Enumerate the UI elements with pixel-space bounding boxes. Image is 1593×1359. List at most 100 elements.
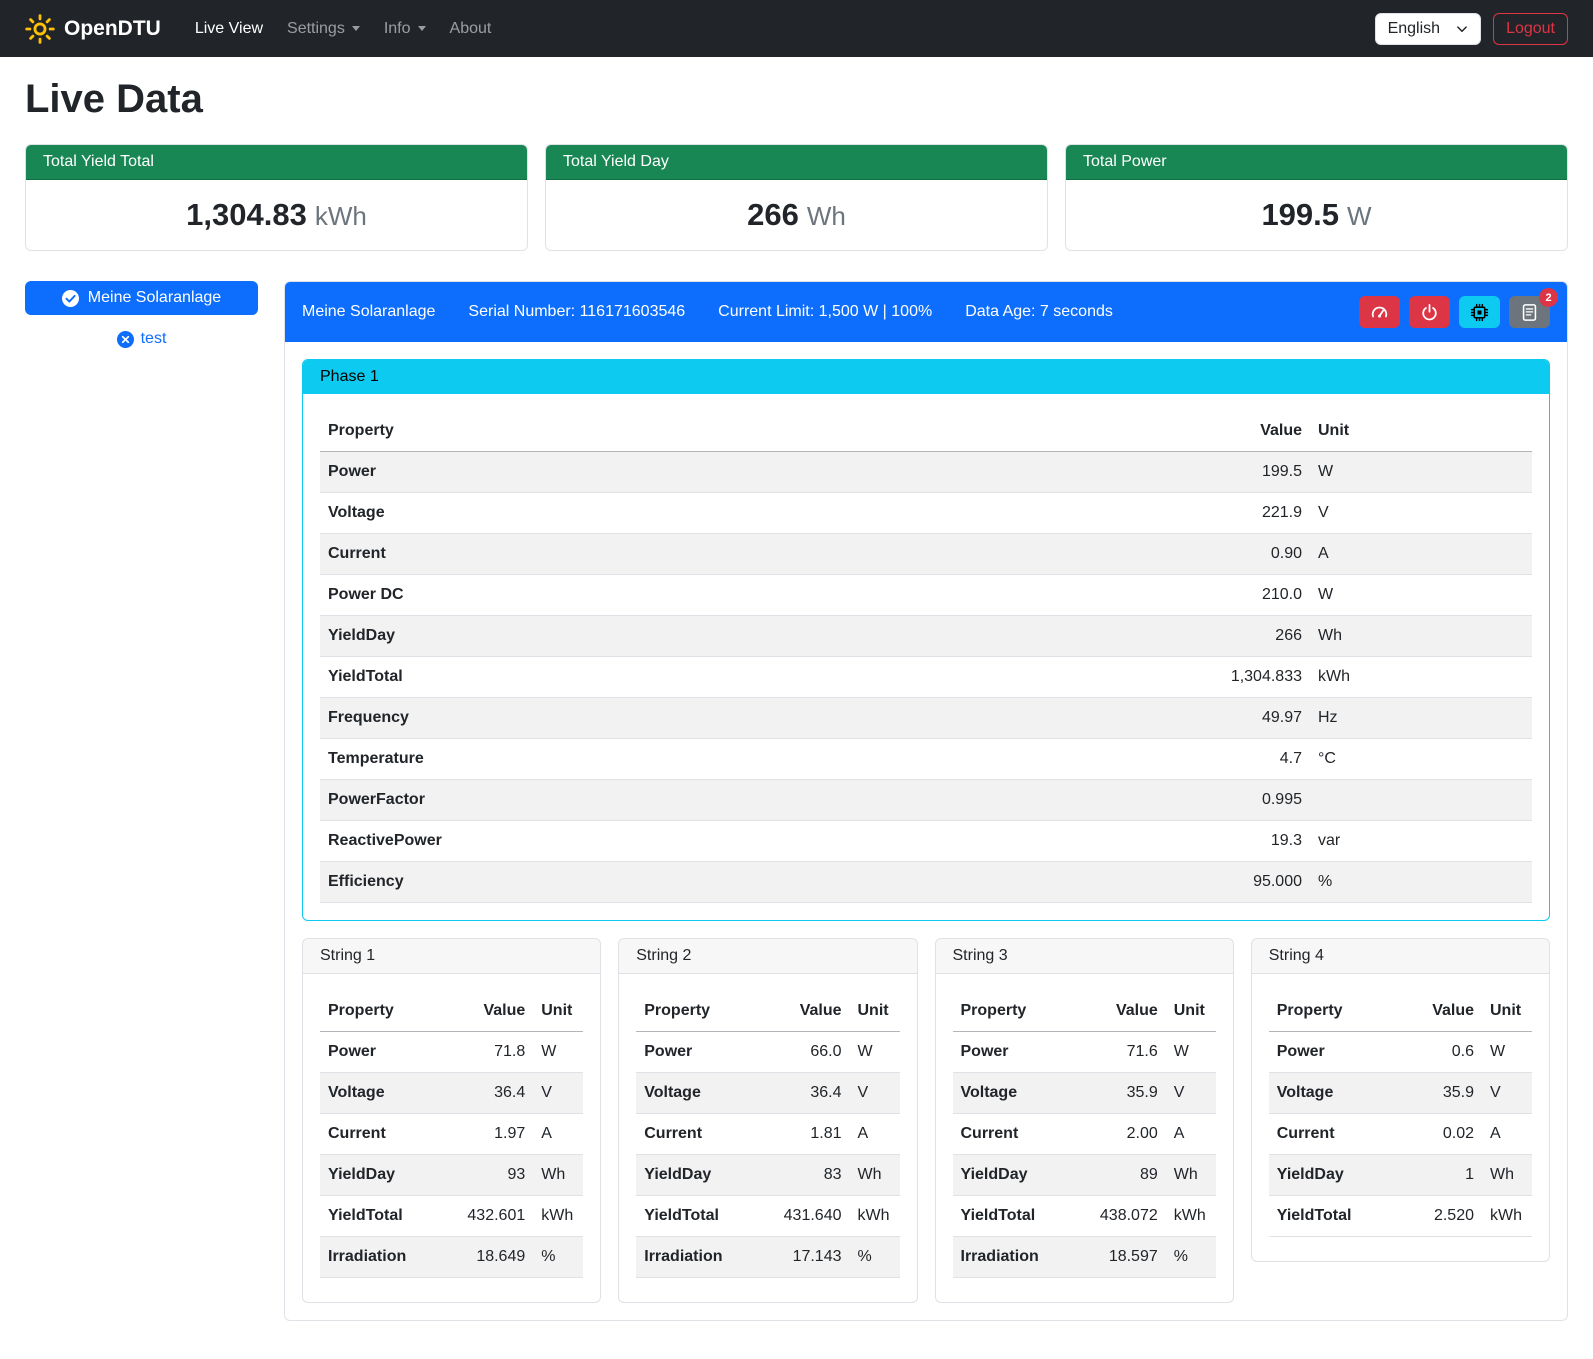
page-title: Live Data (25, 77, 1568, 122)
table-row: Power 0.6 W (1269, 1032, 1532, 1073)
string-card-body: Property Value Unit Power 71.8 (303, 974, 600, 1302)
string-card-title: String 1 (303, 939, 600, 974)
brand[interactable]: OpenDTU (25, 14, 161, 44)
value-cell: 89 (1090, 1155, 1166, 1196)
unit-cell: kWh (850, 1196, 900, 1237)
nav-item-live-view[interactable]: Live View (183, 12, 275, 46)
property-cell: Power DC (320, 575, 1180, 616)
unit-cell: A (1482, 1114, 1532, 1155)
summary-value: 266 (747, 197, 799, 232)
property-cell: Voltage (636, 1073, 773, 1114)
unit-cell: Wh (1482, 1155, 1532, 1196)
summary-card-title: Total Yield Total (26, 145, 527, 180)
unit-cell: kWh (533, 1196, 583, 1237)
table-row: Irradiation 17.143 % (636, 1237, 899, 1278)
caret-down-icon (352, 26, 360, 31)
limit-settings-button[interactable] (1359, 296, 1400, 328)
nav-item-settings[interactable]: Settings (275, 12, 372, 46)
x-circle-icon (117, 331, 134, 348)
property-cell: Frequency (320, 698, 1180, 739)
unit-cell: Wh (533, 1155, 583, 1196)
inverter-sidebar: Meine Solaranlage test (25, 281, 258, 349)
inverter-panel-header: Meine Solaranlage Serial Number: 1161716… (285, 282, 1567, 342)
unit-cell (1310, 780, 1532, 821)
device-info-button[interactable] (1459, 296, 1500, 328)
table-row: Irradiation 18.597 % (953, 1237, 1216, 1278)
unit-cell: V (1166, 1073, 1216, 1114)
unit-cell: V (1310, 493, 1532, 534)
value-cell: 0.6 (1406, 1032, 1482, 1073)
unit-header: Unit (1482, 991, 1532, 1032)
inverter-select-label: Meine Solaranlage (88, 289, 221, 307)
unit-cell: kWh (1166, 1196, 1216, 1237)
top-navbar: OpenDTU Live View Settings Info About En… (0, 0, 1593, 57)
table-row: YieldDay 93 Wh (320, 1155, 583, 1196)
string-table: Property Value Unit Power 0.6 (1269, 991, 1532, 1237)
value-cell: 199.5 (1180, 452, 1310, 493)
property-cell: Voltage (953, 1073, 1090, 1114)
table-row: Current 2.00 A (953, 1114, 1216, 1155)
table-row: YieldTotal 2.520 kWh (1269, 1196, 1532, 1237)
value-cell: 35.9 (1090, 1073, 1166, 1114)
phase-table: Property Value Unit Power 199.5 W (320, 411, 1532, 903)
caret-down-icon (418, 26, 426, 31)
logout-button[interactable]: Logout (1493, 13, 1568, 45)
inverter-select-button[interactable]: Meine Solaranlage (25, 281, 258, 315)
nav-item-info[interactable]: Info (372, 12, 438, 46)
value-cell: 210.0 (1180, 575, 1310, 616)
unit-cell: var (1310, 821, 1532, 862)
table-row: PowerFactor 0.995 (320, 780, 1532, 821)
table-header-row: Property Value Unit (953, 991, 1216, 1032)
property-header: Property (1269, 991, 1406, 1032)
unit-header: Unit (533, 991, 583, 1032)
unit-cell: % (533, 1237, 583, 1278)
unit-cell: W (1310, 575, 1532, 616)
value-cell: 83 (774, 1155, 850, 1196)
property-header: Property (953, 991, 1090, 1032)
unit-cell: °C (1310, 739, 1532, 780)
table-row: YieldDay 89 Wh (953, 1155, 1216, 1196)
value-cell: 36.4 (457, 1073, 533, 1114)
unit-cell: A (1310, 534, 1532, 575)
property-cell: Irradiation (320, 1237, 457, 1278)
power-button[interactable] (1409, 296, 1450, 328)
language-select[interactable]: English (1375, 13, 1481, 45)
nav-item-label: Info (384, 20, 411, 38)
string-card-body: Property Value Unit Power 71.6 (936, 974, 1233, 1302)
table-row: Voltage 36.4 V (320, 1073, 583, 1114)
property-cell: YieldTotal (320, 1196, 457, 1237)
inverter-item-test[interactable]: test (25, 329, 258, 349)
nav-item-label: Live View (195, 20, 263, 38)
property-cell: Power (320, 1032, 457, 1073)
value-cell: 438.072 (1090, 1196, 1166, 1237)
summary-card-total-yield-day: Total Yield Day 266Wh (545, 144, 1048, 251)
value-cell: 1.81 (774, 1114, 850, 1155)
value-header: Value (1090, 991, 1166, 1032)
property-cell: Irradiation (636, 1237, 773, 1278)
summary-unit: Wh (807, 201, 846, 231)
unit-cell: V (533, 1073, 583, 1114)
unit-header: Unit (1166, 991, 1216, 1032)
nav-item-about[interactable]: About (438, 12, 504, 46)
property-header: Property (320, 411, 1180, 452)
string-table: Property Value Unit Power 71.6 (953, 991, 1216, 1278)
string-card-body: Property Value Unit Power 0.6 (1252, 974, 1549, 1261)
inverter-name: Meine Solaranlage (302, 303, 435, 321)
nav-links: Live View Settings Info About (183, 12, 504, 46)
event-log-button[interactable]: 2 (1509, 296, 1550, 328)
table-row: Power 199.5 W (320, 452, 1532, 493)
inverter-item-label: test (141, 330, 167, 348)
table-row: Power 66.0 W (636, 1032, 899, 1073)
value-header: Value (1406, 991, 1482, 1032)
property-cell: YieldDay (320, 616, 1180, 657)
unit-cell: kWh (1482, 1196, 1532, 1237)
property-cell: Power (1269, 1032, 1406, 1073)
summary-value: 199.5 (1261, 197, 1339, 232)
summary-cards: Total Yield Total 1,304.83kWh Total Yiel… (25, 144, 1568, 251)
property-cell: YieldTotal (320, 657, 1180, 698)
string-card-title: String 2 (619, 939, 916, 974)
property-cell: Power (953, 1032, 1090, 1073)
value-cell: 93 (457, 1155, 533, 1196)
unit-header: Unit (850, 991, 900, 1032)
unit-cell: W (1310, 452, 1532, 493)
